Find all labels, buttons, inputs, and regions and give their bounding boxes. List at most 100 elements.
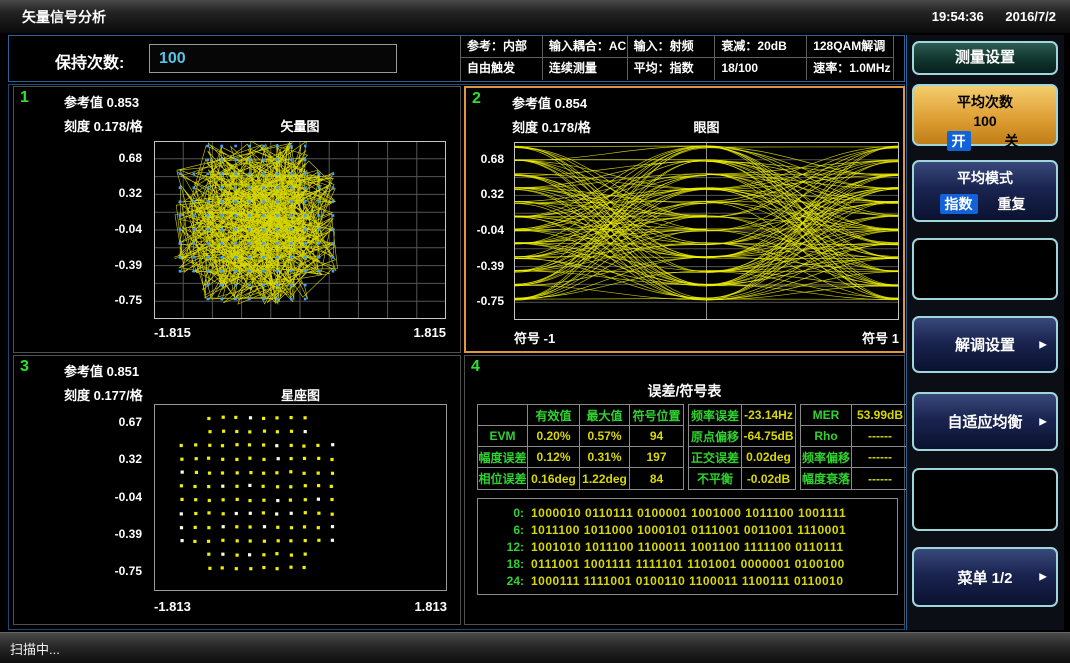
average-count-button[interactable]: 平均次数 100 开 关 [912, 84, 1058, 146]
table-cell: 0.57% [580, 426, 630, 447]
table-cell: 不平衡 [689, 468, 742, 489]
status-row: 自由触发连续测量平均：指数18/100速率：1.0MHz [461, 58, 894, 80]
error-table: 有效值最大值符号位置EVM0.20%0.57%94幅度误差0.12%0.31%1… [477, 404, 913, 490]
y-tick-label: 0.32 [119, 186, 142, 200]
table-cell: Rho [801, 426, 852, 447]
panel-number: 1 [20, 89, 29, 107]
status-readout: 平均：指数 [628, 58, 716, 80]
plot-title: 眼图 [514, 117, 899, 136]
table-cell: 幅度衰落 [801, 468, 852, 489]
table-cell: -23.14Hz [742, 405, 795, 426]
table-cell: 有效值 [528, 405, 580, 426]
status-readout: 128QAM解调 [807, 36, 894, 58]
demod-settings-label: 解调设置 [955, 334, 1015, 355]
table-cell: ------ [852, 447, 908, 468]
symbol-row: 18:0111001 1001111 1111101 1101001 00000… [478, 555, 897, 572]
constellation-plot [154, 404, 447, 591]
page-title: 矢量信号分析 [22, 7, 106, 27]
error-table-group-evm: 有效值最大值符号位置EVM0.20%0.57%94幅度误差0.12%0.31%1… [477, 404, 684, 490]
average-count-title: 平均次数 [914, 92, 1056, 112]
mode-exponential-option[interactable]: 指数 [940, 194, 978, 214]
blank-softkey-1[interactable] [912, 238, 1058, 300]
status-readout: 18/100 [715, 58, 807, 80]
y-tick-label: -0.04 [115, 222, 142, 236]
x-min-label: -1.813 [154, 599, 191, 614]
average-mode-title: 平均模式 [914, 168, 1056, 188]
panel-vector-diagram[interactable]: 1 参考值 0.853 刻度 0.178/格 矢量图 0.680.32-0.04… [13, 86, 461, 353]
average-off-option[interactable]: 关 [1000, 131, 1024, 151]
hold-count-input[interactable] [149, 44, 397, 73]
symbol-max-label: 符号 1 [862, 328, 899, 347]
y-tick-label: 0.32 [119, 452, 142, 466]
y-tick-label: 0.32 [481, 187, 504, 201]
y-axis-labels: 0.670.32-0.04-0.39-0.75 [98, 404, 148, 591]
measure-settings-button[interactable]: 测量设置 [912, 41, 1058, 75]
y-tick-label: 0.68 [481, 152, 504, 166]
x-max-label: 1.813 [414, 599, 447, 614]
x-min-label: -1.815 [154, 325, 191, 340]
clock: 19:54:36 2016/7/2 [914, 9, 1056, 24]
panel-eye-diagram-selected[interactable]: 2 参考值 0.854 刻度 0.178/格 眼图 0.680.32-0.04-… [464, 86, 905, 353]
table-cell: -0.02dB [742, 468, 795, 489]
blank-softkey-2[interactable] [912, 468, 1058, 531]
symbol-min-label: 符号 -1 [514, 328, 555, 347]
panel-constellation[interactable]: 3 参考值 0.851 刻度 0.177/格 星座图 0.670.32-0.04… [13, 355, 461, 625]
reference-value-label: 参考值 0.853 [64, 92, 139, 111]
softkey-menu: 测量设置 平均次数 100 开 关 平均模式 指数 重复 解调设置 ▶ 自适应均… [906, 35, 1064, 630]
mode-repeat-option[interactable]: 重复 [993, 194, 1031, 214]
y-tick-label: -0.39 [115, 258, 142, 272]
symbol-row: 24:1000111 1111001 0100110 1100011 11001… [478, 572, 897, 589]
x-axis-labels: -1.815 1.815 [154, 325, 446, 340]
reference-value-label: 参考值 0.854 [512, 93, 587, 112]
status-readout: 连续测量 [543, 58, 628, 80]
table-cell: 频率误差 [689, 405, 742, 426]
submenu-arrow-icon: ▶ [1039, 572, 1047, 583]
table-cell: 相位误差 [478, 468, 528, 489]
status-readout: 速率：1.0MHz [807, 58, 894, 80]
y-axis-labels: 0.68 0.32 -0.04 -0.39 -0.75 [98, 141, 148, 319]
table-cell: 94 [630, 426, 683, 447]
table-cell: 1.22deg [580, 468, 630, 489]
x-axis-labels: -1.813 1.813 [154, 599, 447, 614]
panel-number: 2 [472, 90, 481, 108]
symbol-row: 0:1000010 0110111 0100001 1001000 101110… [478, 504, 897, 521]
table-cell: 197 [630, 447, 683, 468]
table-cell [478, 405, 528, 426]
menu-page-button[interactable]: 菜单 1/2 ▶ [912, 547, 1058, 607]
panel-number: 3 [20, 358, 29, 376]
y-tick-label: -0.04 [115, 490, 142, 504]
scan-status-text: 扫描中... [10, 639, 60, 658]
status-readout: 输入耦合：AC [543, 36, 628, 58]
adaptive-equalization-button[interactable]: 自适应均衡 ▶ [912, 392, 1058, 451]
status-bar: 扫描中... [0, 632, 1070, 663]
panel-error-symbol-table[interactable]: 4 误差/符号表 有效值最大值符号位置EVM0.20%0.57%94幅度误差0.… [464, 355, 905, 625]
table-cell: 0.20% [528, 426, 580, 447]
y-tick-label: 0.68 [119, 151, 142, 165]
table-cell: 幅度误差 [478, 447, 528, 468]
x-axis-labels: 符号 -1 符号 1 [514, 328, 899, 347]
status-readout: 衰减：20dB [715, 36, 807, 58]
status-row: 参考：内部输入耦合：AC输入：射频衰减：20dB128QAM解调 [461, 36, 894, 58]
status-readout: 自由触发 [461, 58, 543, 80]
y-tick-label: -0.39 [477, 259, 504, 273]
vector-diagram-plot [154, 141, 446, 319]
time-display: 19:54:36 [932, 9, 984, 24]
table-cell: ------ [852, 468, 908, 489]
average-mode-button[interactable]: 平均模式 指数 重复 [912, 160, 1058, 222]
panel-number: 4 [471, 358, 480, 376]
symbol-bits-list: 0:1000010 0110111 0100001 1001000 101110… [477, 498, 898, 595]
y-tick-label: -0.75 [115, 293, 142, 307]
submenu-arrow-icon: ▶ [1039, 339, 1047, 350]
status-grid: 参考：内部输入耦合：AC输入：射频衰减：20dB128QAM解调 自由触发连续测… [460, 36, 894, 81]
eye-diagram-plot [514, 142, 899, 320]
demod-settings-button[interactable]: 解调设置 ▶ [912, 316, 1058, 373]
date-display: 2016/7/2 [1005, 9, 1056, 24]
title-bar: 矢量信号分析 19:54:36 2016/7/2 [0, 0, 1070, 33]
average-on-option[interactable]: 开 [947, 131, 971, 151]
table-cell: 正交误差 [689, 447, 742, 468]
table-cell: 0.31% [580, 447, 630, 468]
table-cell: -64.75dB [742, 426, 795, 447]
scale-label: 刻度 0.177/格 [64, 385, 143, 404]
symbol-row: 12:1001010 1011100 1100011 1001100 11111… [478, 538, 897, 555]
status-readout: 参考：内部 [461, 36, 543, 58]
